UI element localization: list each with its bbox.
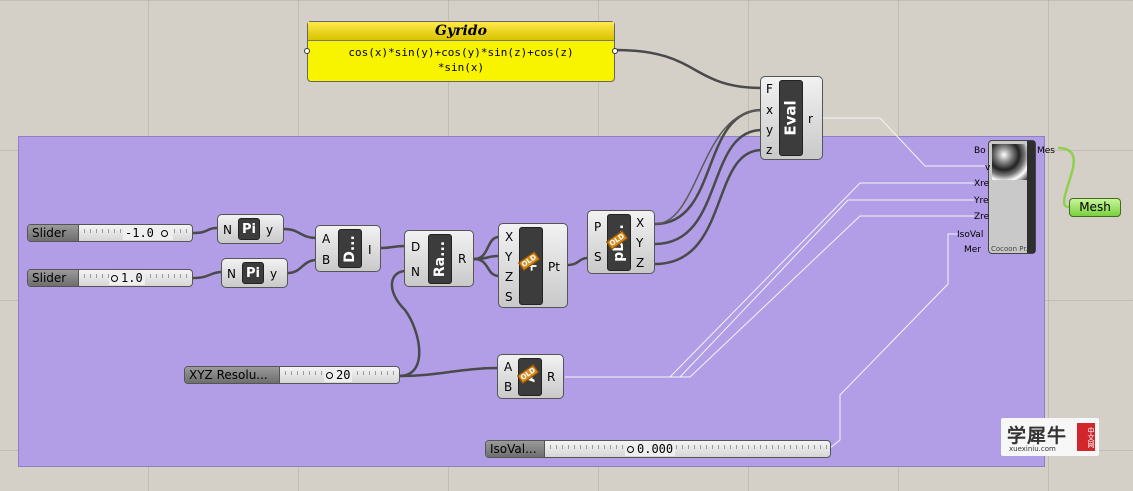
range-component[interactable]: D N Ra... R	[404, 230, 474, 287]
decompose-input-p[interactable]: P	[594, 221, 601, 233]
range-output-r[interactable]: R	[458, 253, 466, 265]
eval-core: Eval	[779, 80, 803, 156]
slider-2[interactable]: Slider 1.0	[27, 269, 193, 287]
slider-1[interactable]: Slider -1.0	[27, 224, 193, 242]
slider-1-value: -1.0	[125, 226, 154, 240]
decompose-output-x[interactable]: X	[636, 217, 644, 229]
wire-eval-mesh	[823, 117, 985, 167]
resolution-slider-label: XYZ Resolu...	[185, 367, 280, 383]
add-component[interactable]: A B A OLD R	[497, 354, 564, 399]
pi-2-output-y[interactable]: y	[270, 268, 277, 280]
pi-2-core: Pi	[242, 262, 264, 284]
eval-component[interactable]: F x y z Eval r	[760, 76, 823, 160]
pi-1-output-y[interactable]: y	[266, 224, 273, 236]
decompose-input-s[interactable]: S	[594, 251, 602, 263]
resolution-slider-knob[interactable]	[326, 372, 333, 379]
mesh-param[interactable]: Mesh	[1069, 198, 1121, 217]
mesh-output-mes[interactable]: Mes	[1037, 146, 1055, 156]
domain-output-i[interactable]: I	[368, 244, 372, 256]
point-input-s[interactable]: S	[505, 291, 513, 303]
point-input-z[interactable]: Z	[505, 271, 513, 283]
point-input-x[interactable]: X	[505, 231, 513, 243]
resolution-slider[interactable]: XYZ Resolu... 20	[184, 366, 400, 384]
mesh-input-yre[interactable]: Yre	[974, 196, 989, 206]
wire-pi1-domain	[283, 227, 318, 240]
domain-component[interactable]: A B D... I	[315, 225, 381, 272]
domain-input-a[interactable]: A	[322, 233, 330, 245]
domain-input-b[interactable]: B	[322, 254, 330, 266]
mesh-input-mer[interactable]: Mer	[964, 245, 981, 255]
slider-2-knob[interactable]	[111, 275, 118, 282]
eval-output-r[interactable]: r	[808, 113, 813, 125]
point-input-y[interactable]: Y	[505, 251, 512, 263]
range-input-n[interactable]: N	[411, 266, 420, 278]
add-output-r[interactable]: R	[547, 371, 555, 383]
decompose-output-z[interactable]: Z	[636, 257, 644, 269]
wire-expr-to-eval	[615, 48, 763, 90]
expression-line-2: *sin(x)	[437, 61, 485, 74]
pi-1-core: Pi	[238, 218, 260, 240]
wire-dx-evalx	[654, 108, 763, 226]
wire-domain-range	[380, 244, 407, 250]
add-input-a[interactable]: A	[504, 361, 512, 373]
wire-pi2-domain	[287, 258, 318, 275]
decompose-output-y[interactable]: Y	[636, 237, 643, 249]
eval-input-y[interactable]: y	[766, 124, 773, 136]
isoval-slider-value: 0.000	[637, 442, 674, 456]
mesh-input-isoval[interactable]: IsoVal	[957, 230, 983, 240]
mesh-input-zre[interactable]: Zre	[974, 212, 989, 222]
point-output-pt[interactable]: Pt	[548, 261, 560, 273]
pi-component-1[interactable]: N Pi y	[217, 214, 284, 244]
range-input-d[interactable]: D	[411, 241, 420, 253]
isoval-slider[interactable]: IsoVal... 0.000	[485, 440, 831, 458]
mesh-input-bo[interactable]: Bo	[974, 146, 986, 156]
expression-output-port[interactable]	[612, 48, 618, 54]
eval-input-z[interactable]: z	[766, 144, 772, 156]
pi-2-input-n[interactable]: N	[227, 268, 236, 280]
slider-2-label: Slider	[28, 270, 79, 286]
isoval-slider-label: IsoVal...	[486, 441, 545, 457]
range-core: Ra...	[428, 234, 452, 284]
wire-pt-decompose	[566, 256, 589, 267]
cocoon-mesh-component[interactable]: Cocoon Pr...	[988, 140, 1036, 254]
isoval-slider-knob[interactable]	[627, 446, 634, 453]
expression-input-port[interactable]	[304, 48, 310, 54]
mesh-input-xre[interactable]: Xre	[974, 179, 989, 189]
expression-line-1: cos(x)*sin(y)+cos(y)*sin(z)+cos(z)	[348, 46, 574, 59]
resolution-slider-value: 20	[336, 368, 351, 382]
eval-input-x[interactable]: x	[766, 104, 773, 116]
point-component[interactable]: X Y Z S + OLD Pt	[498, 223, 568, 308]
mesh-input-v[interactable]: v	[985, 163, 990, 173]
wire-slider2-pi	[192, 270, 223, 280]
domain-core: D...	[338, 229, 362, 268]
decompose-component[interactable]: P S pD... OLD X Y Z	[587, 210, 655, 274]
wire-iso-mesh	[829, 233, 958, 449]
add-input-b[interactable]: B	[504, 381, 512, 393]
expression-title: Gyrido	[308, 22, 614, 41]
watermark-logo: 学犀牛 xuexiniu.com 中文网	[1001, 418, 1099, 456]
wire-range-z	[473, 257, 500, 278]
eval-input-f[interactable]: F	[766, 83, 773, 95]
pi-1-input-n[interactable]: N	[223, 224, 232, 236]
mesh-preview-icon	[992, 144, 1032, 180]
slider-1-label: Slider	[28, 225, 79, 241]
expression-component[interactable]: Gyrido cos(x)*sin(y)+cos(y)*sin(z)+cos(z…	[304, 21, 618, 82]
slider-1-knob[interactable]	[161, 230, 169, 237]
wire-slider1-pi	[192, 226, 219, 235]
pi-component-2[interactable]: N Pi y	[221, 258, 288, 288]
slider-2-value: 1.0	[121, 271, 143, 285]
cocoon-footer: Cocoon Pr...	[991, 245, 1033, 253]
